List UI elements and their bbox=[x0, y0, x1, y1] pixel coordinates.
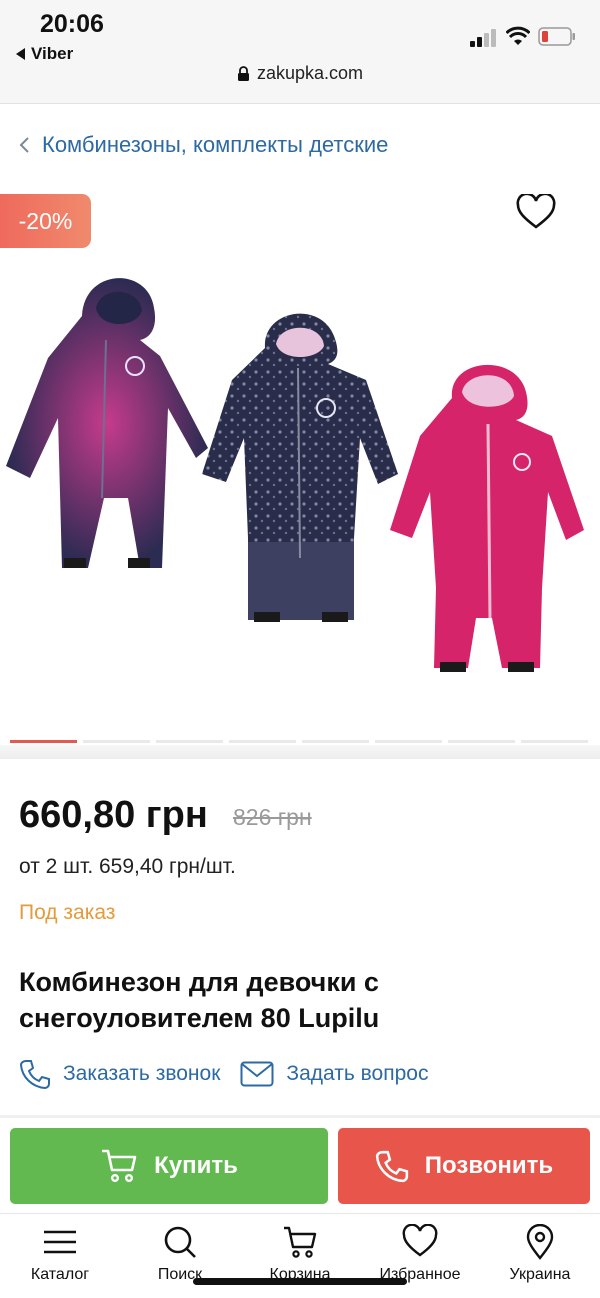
gallery-dot[interactable] bbox=[448, 740, 515, 743]
old-price: 826 грн bbox=[233, 804, 312, 830]
gallery-dot[interactable] bbox=[375, 740, 442, 743]
divider bbox=[0, 745, 600, 759]
gallery-dot[interactable] bbox=[83, 740, 150, 743]
jumpsuit-navy bbox=[202, 313, 398, 622]
gallery-dot[interactable] bbox=[521, 740, 588, 743]
home-indicator[interactable] bbox=[193, 1278, 407, 1285]
buy-button[interactable]: Купить bbox=[10, 1128, 328, 1204]
status-time: 20:06 bbox=[40, 10, 104, 38]
buy-button-label: Купить bbox=[154, 1152, 238, 1179]
jumpsuit-pink bbox=[390, 364, 584, 672]
breadcrumb-label: Комбинезоны, комплекты детские bbox=[42, 132, 389, 157]
tab-catalog-label: Каталог bbox=[30, 1266, 90, 1283]
gallery-dot[interactable] bbox=[10, 740, 77, 743]
contact-links: Заказать звонок Задать вопрос bbox=[19, 1058, 428, 1090]
breadcrumb[interactable]: Комбинезоны, комплекты детские bbox=[18, 132, 388, 158]
gallery-dot[interactable] bbox=[302, 740, 369, 743]
mail-icon bbox=[240, 1061, 274, 1087]
cart-icon bbox=[102, 1149, 137, 1183]
gallery-pagination[interactable] bbox=[10, 740, 588, 743]
bottom-tab-bar: Каталог Поиск Корзина Избранное Украина bbox=[0, 1213, 600, 1298]
product-gallery[interactable]: -20% bbox=[0, 186, 600, 761]
location-pin-icon bbox=[526, 1224, 554, 1260]
product-image bbox=[6, 278, 584, 672]
url-text: zakupka.com bbox=[256, 63, 364, 83]
wifi-icon bbox=[506, 26, 530, 45]
gallery-dot[interactable] bbox=[156, 740, 223, 743]
back-to-app-link[interactable]: Viber bbox=[16, 44, 73, 64]
current-price: 660,80 грн bbox=[19, 794, 208, 836]
cellular-signal-icon bbox=[470, 29, 496, 47]
ask-question-link[interactable]: Задать вопрос bbox=[240, 1061, 428, 1087]
back-app-label: Viber bbox=[31, 44, 74, 63]
address-bar[interactable]: zakupka.com bbox=[0, 63, 600, 84]
search-icon bbox=[164, 1226, 196, 1258]
call-button-label: Позвонить bbox=[424, 1152, 554, 1179]
chevron-left-icon bbox=[19, 137, 29, 153]
jumpsuit-purple bbox=[6, 278, 208, 568]
bulk-price: от 2 шт. 659,40 грн/шт. bbox=[19, 855, 236, 878]
gallery-dot[interactable] bbox=[229, 740, 296, 743]
heart-icon bbox=[402, 1224, 438, 1257]
menu-icon bbox=[44, 1230, 76, 1254]
divider bbox=[0, 1115, 600, 1118]
cart-icon bbox=[284, 1226, 317, 1258]
ask-question-label: Задать вопрос bbox=[286, 1062, 429, 1085]
battery-icon bbox=[538, 27, 575, 46]
call-button[interactable]: Позвонить bbox=[338, 1128, 590, 1204]
availability-status: Под заказ bbox=[19, 901, 116, 924]
request-callback-label: Заказать звонок bbox=[63, 1062, 221, 1085]
status-bar: 20:06 Viber zakupka.com bbox=[0, 0, 600, 104]
lock-icon bbox=[237, 66, 249, 81]
phone-icon bbox=[19, 1060, 50, 1090]
request-callback-link[interactable]: Заказать звонок bbox=[19, 1058, 220, 1090]
heart-icon[interactable] bbox=[516, 194, 556, 230]
discount-badge: -20% bbox=[0, 194, 91, 248]
tab-region-label: Украина bbox=[509, 1266, 571, 1283]
product-title: Комбинезон для девочки с снегоуловителем… bbox=[19, 967, 380, 1033]
phone-icon bbox=[375, 1150, 408, 1183]
back-arrow-icon bbox=[16, 48, 25, 60]
